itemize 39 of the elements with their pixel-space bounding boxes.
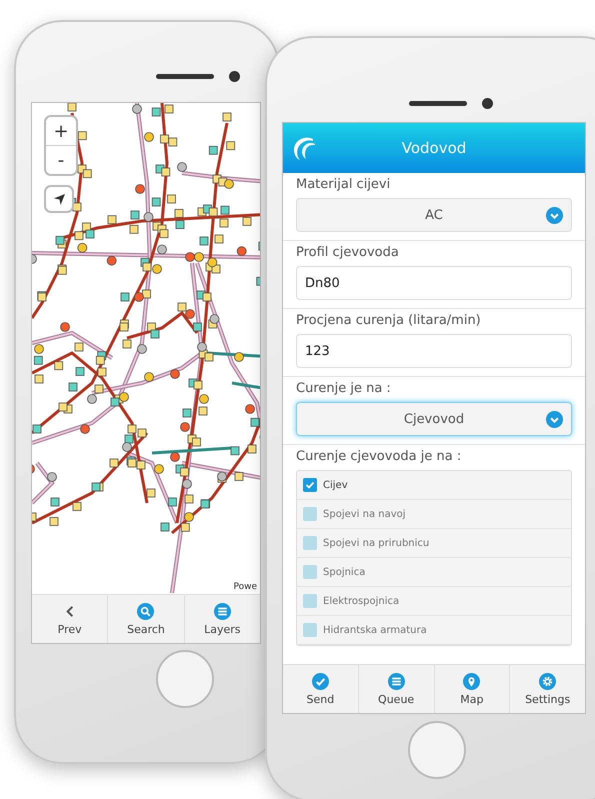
speaker-grille [409, 101, 467, 106]
checkbox[interactable] [303, 478, 317, 492]
checkbox[interactable] [303, 565, 317, 579]
checkbox-label[interactable]: Spojevi na navoj [323, 508, 406, 520]
search-icon [137, 602, 154, 620]
input-field[interactable]: Dn80 [296, 266, 572, 300]
app-title: Vodovod [400, 139, 468, 157]
locate-button[interactable] [44, 185, 74, 213]
checkbox-label[interactable]: Cijev [323, 480, 348, 490]
attribution-text: Powe [233, 582, 257, 592]
checkbox[interactable] [303, 536, 317, 550]
dropdown-field[interactable]: AC [296, 198, 572, 232]
list-icon [388, 672, 405, 690]
check-icon [312, 672, 329, 690]
chevron-down-icon [546, 207, 563, 224]
checkbox[interactable] [303, 623, 317, 637]
checkbox[interactable] [303, 507, 317, 521]
speaker-grille [156, 74, 214, 79]
dropdown-field[interactable]: Cjevovod [296, 402, 572, 436]
map-pin-icon [463, 672, 480, 690]
settings-icon [539, 672, 556, 690]
wave-logo-icon [291, 135, 317, 161]
input-field[interactable]: 123 [296, 334, 572, 368]
field-label: Materijal cijevi [296, 177, 392, 192]
field-label: Curenje je na : [296, 381, 392, 396]
checkbox-label[interactable]: Elektrospojnica [323, 596, 400, 606]
chevron-down-icon [546, 411, 563, 428]
checkbox-label[interactable]: Hidrantska armatura [323, 624, 427, 636]
field-label: Procjena curenja (litara/min) [296, 313, 482, 328]
checkbox[interactable] [303, 594, 317, 608]
checkbox-label[interactable]: Spojnica [323, 566, 366, 578]
camera-lens [229, 71, 240, 82]
field-label: Curenje cjevovoda je na : [296, 449, 462, 464]
list-icon [214, 602, 231, 620]
camera-lens [482, 98, 493, 109]
arrow-icon [54, 194, 64, 204]
chevron-left-icon [66, 606, 74, 616]
field-label: Profil cjevovoda [296, 245, 400, 260]
checkbox-label[interactable]: Spojevi na prirubnicu [323, 538, 430, 548]
